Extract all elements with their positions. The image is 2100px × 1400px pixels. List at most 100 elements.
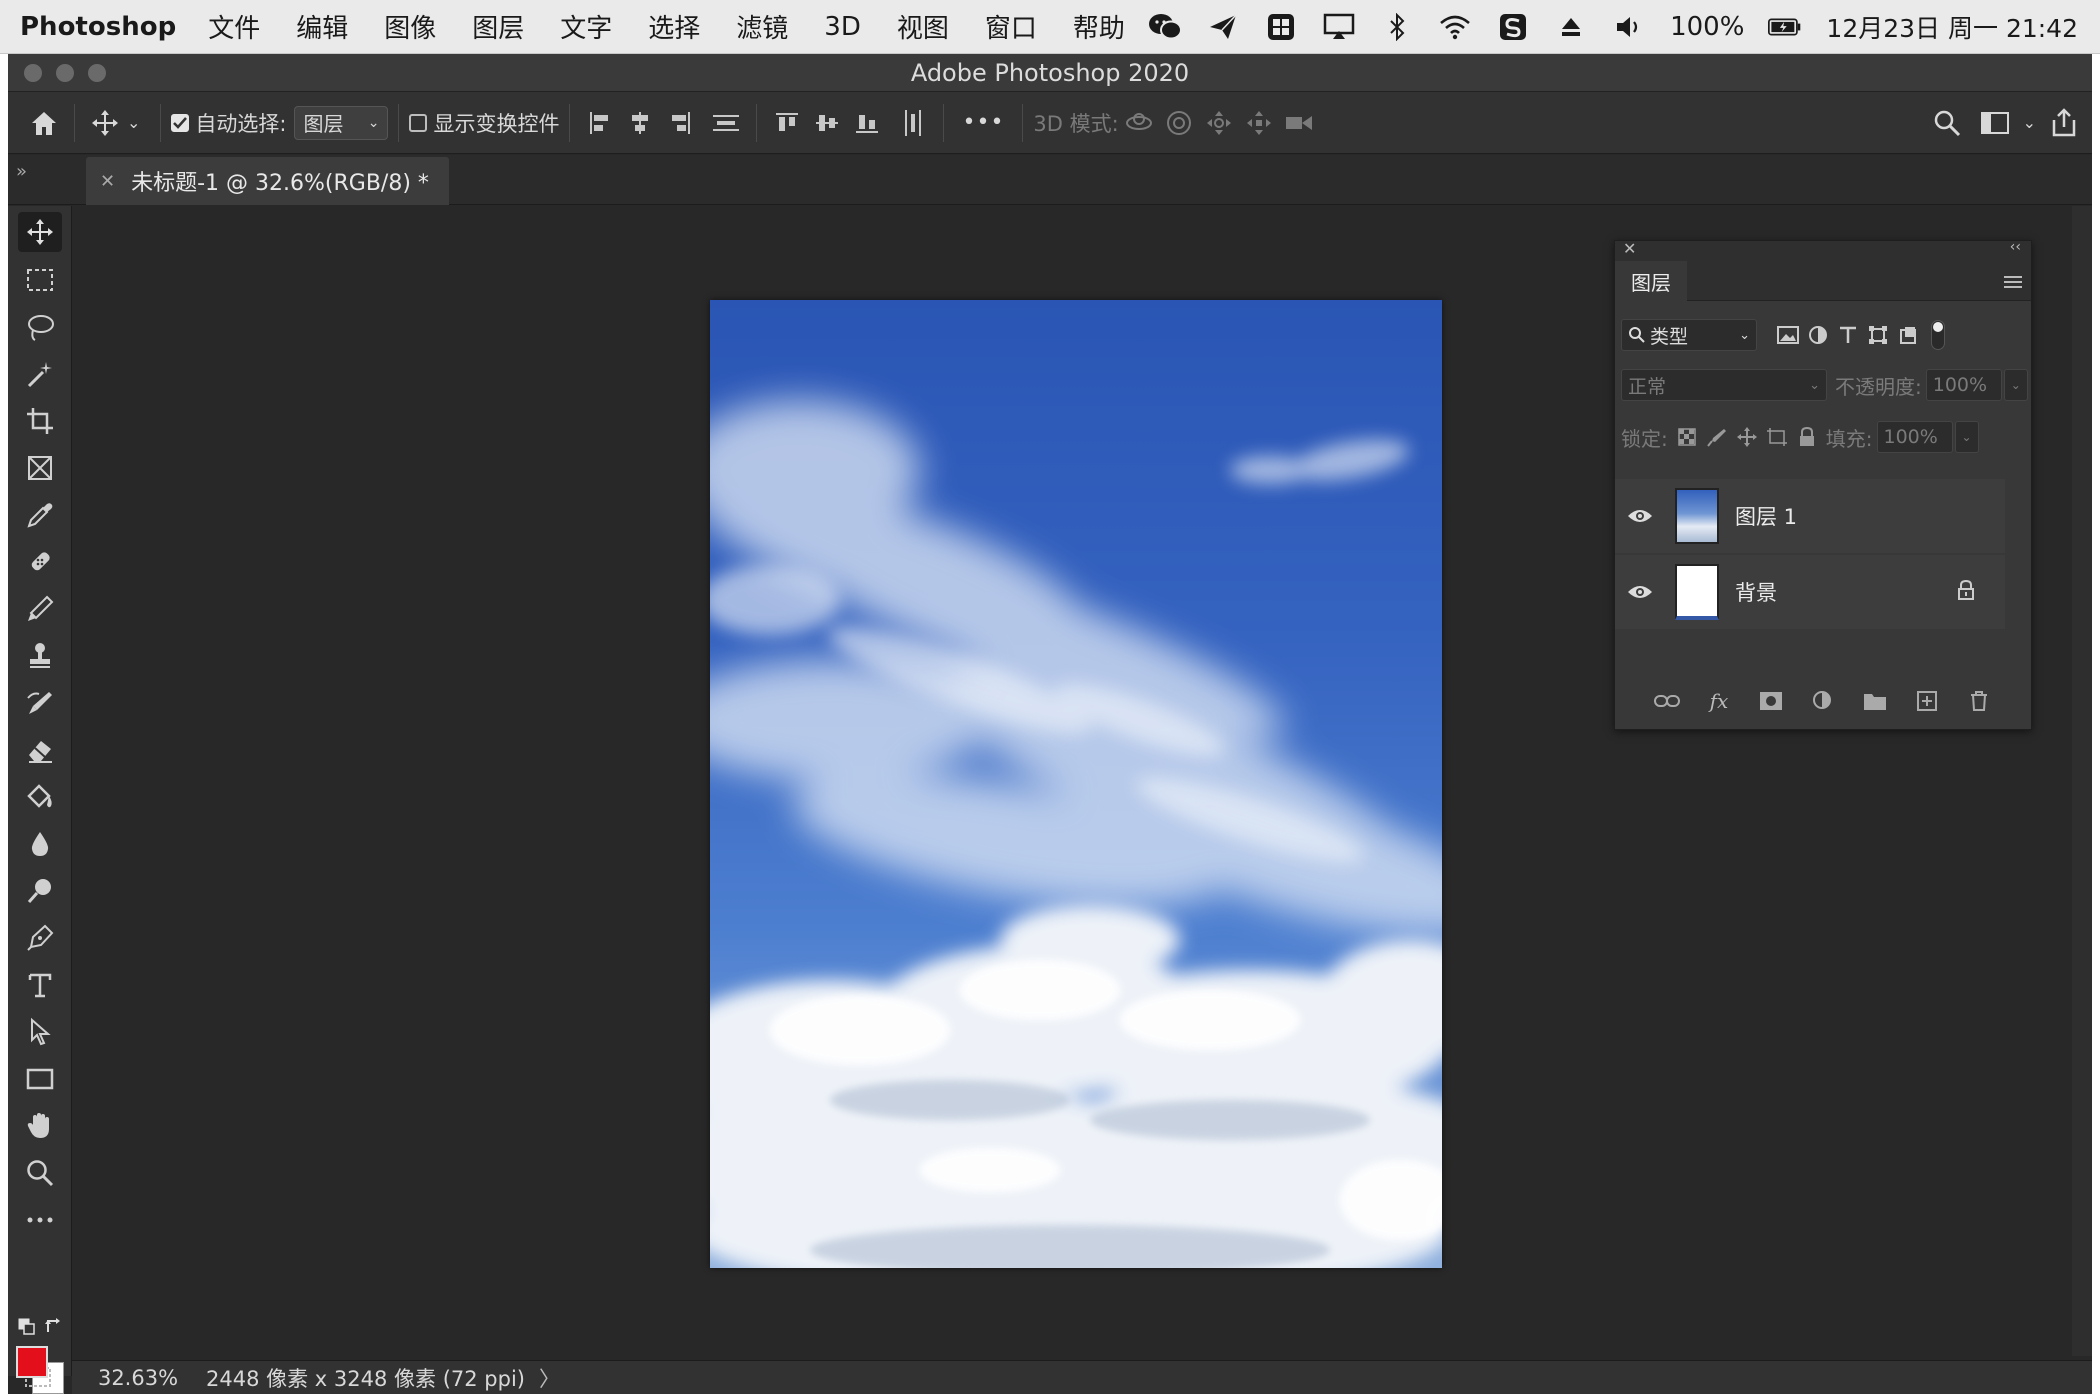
more-tools[interactable] [18, 1200, 62, 1240]
align-right-icon[interactable] [660, 103, 700, 143]
layer-lock-icon[interactable] [1957, 579, 1975, 606]
clone-stamp-tool[interactable] [18, 636, 62, 676]
home-icon[interactable] [24, 103, 64, 143]
path-selection-tool[interactable] [18, 1012, 62, 1052]
layer-row-background[interactable]: 背景 [1615, 555, 2005, 629]
wifi-icon[interactable] [1438, 12, 1472, 42]
align-top-icon[interactable] [767, 103, 807, 143]
blur-tool[interactable] [18, 824, 62, 864]
filter-shape-icon[interactable] [1863, 320, 1893, 350]
rectangle-tool[interactable] [18, 1059, 62, 1099]
close-panel-icon[interactable]: ✕ [1623, 239, 1636, 258]
zoom-window-button[interactable] [88, 64, 106, 82]
menu-window[interactable]: 窗口 [985, 8, 1037, 45]
magic-wand-tool[interactable] [18, 354, 62, 394]
filter-pixel-icon[interactable] [1773, 320, 1803, 350]
foreground-color-swatch[interactable] [16, 1346, 48, 1378]
opacity-dropdown-icon[interactable]: ⌄ [2003, 369, 2028, 401]
brush-tool[interactable] [18, 589, 62, 629]
menu-image[interactable]: 图像 [384, 8, 436, 45]
paint-bucket-tool[interactable] [18, 777, 62, 817]
document-canvas-sky-photo[interactable] [710, 300, 1442, 1268]
grid-app-icon[interactable] [1264, 12, 1298, 42]
lock-artboard-icon[interactable] [1762, 422, 1792, 452]
slide-3d-icon[interactable] [1239, 103, 1279, 143]
fill-dropdown-icon[interactable]: ⌄ [1954, 421, 1979, 453]
sogou-input-icon[interactable] [1496, 12, 1530, 42]
link-layers-icon[interactable] [1652, 686, 1682, 716]
layers-panel-header[interactable]: ✕ ‹‹ [1615, 239, 2031, 261]
pan-3d-icon[interactable] [1199, 103, 1239, 143]
fill-input[interactable]: 100% [1876, 421, 1953, 453]
menu-3d[interactable]: 3D [824, 12, 861, 42]
distribute-horizontal-icon[interactable] [893, 103, 933, 143]
eyedropper-tool[interactable] [18, 495, 62, 535]
type-tool[interactable] [18, 965, 62, 1005]
marquee-tool[interactable] [18, 260, 62, 300]
move-tool-icon[interactable] [85, 103, 125, 143]
menu-view[interactable]: 视图 [897, 8, 949, 45]
align-left-icon[interactable] [580, 103, 620, 143]
orbit-3d-icon[interactable] [1119, 103, 1159, 143]
pen-tool[interactable] [18, 918, 62, 958]
menu-type[interactable]: 文字 [560, 8, 612, 45]
dodge-tool[interactable] [18, 871, 62, 911]
lock-image-pixels-icon[interactable] [1702, 422, 1732, 452]
filter-type-icon[interactable] [1833, 320, 1863, 350]
new-group-folder-icon[interactable] [1860, 686, 1890, 716]
filter-toggle-switch[interactable] [1931, 320, 1945, 350]
visibility-eye-icon[interactable] [1615, 508, 1665, 524]
roll-3d-icon[interactable] [1159, 103, 1199, 143]
blend-mode-select[interactable]: 正常 ⌄ [1621, 369, 1827, 401]
auto-select-target-select[interactable]: 图层 ⌄ [294, 105, 389, 140]
auto-select-checkbox[interactable] [171, 113, 190, 132]
lasso-tool[interactable] [18, 307, 62, 347]
airplay-icon[interactable] [1322, 12, 1356, 42]
toolbar-collapse-icon[interactable]: » [16, 161, 27, 182]
history-brush-tool[interactable] [18, 683, 62, 723]
menu-help[interactable]: 帮助 [1073, 8, 1125, 45]
menubar-clock[interactable]: 12月23日 周一 21:42 [1826, 9, 2078, 45]
frame-tool[interactable] [18, 448, 62, 488]
share-icon[interactable] [2044, 103, 2084, 143]
swap-colors-icon[interactable] [44, 1316, 64, 1340]
hand-tool[interactable] [18, 1106, 62, 1146]
new-layer-icon[interactable] [1912, 686, 1942, 716]
eject-icon[interactable] [1554, 12, 1588, 42]
menu-edit[interactable]: 编辑 [296, 8, 348, 45]
status-info-menu-button[interactable]: 〉 [539, 1363, 560, 1393]
more-options-button[interactable]: ••• [962, 110, 1004, 135]
wechat-icon[interactable] [1148, 12, 1183, 42]
workspace-chevron-icon[interactable]: ⌄ [2023, 113, 2036, 132]
menu-select[interactable]: 选择 [648, 8, 700, 45]
menu-filter[interactable]: 滤镜 [736, 8, 788, 45]
search-icon[interactable] [1927, 103, 1967, 143]
healing-brush-tool[interactable] [18, 542, 62, 582]
layer-style-fx-icon[interactable]: fx [1704, 686, 1734, 716]
new-adjustment-layer-icon[interactable] [1808, 686, 1838, 716]
zoom-tool[interactable] [18, 1153, 62, 1193]
tool-preset-dropdown-icon[interactable]: ⌄ [127, 113, 140, 132]
visibility-eye-icon[interactable] [1615, 584, 1665, 600]
lock-position-icon[interactable] [1732, 422, 1762, 452]
filter-smart-object-icon[interactable] [1893, 320, 1923, 350]
opacity-input[interactable]: 100% [1925, 369, 2002, 401]
close-tab-icon[interactable]: ✕ [100, 171, 115, 192]
layer-row-layer-1[interactable]: 图层 1 [1615, 479, 2005, 553]
align-vertical-center-icon[interactable] [807, 103, 847, 143]
zoom-level[interactable]: 32.63% [90, 1366, 186, 1390]
document-tab[interactable]: ✕ 未标题-1 @ 32.6%(RGB/8) * [86, 157, 449, 205]
show-transform-checkbox[interactable] [409, 113, 428, 132]
default-colors-icon[interactable] [18, 1318, 36, 1340]
workspace-icon[interactable] [1975, 103, 2015, 143]
camera-3d-icon[interactable] [1279, 103, 1319, 143]
add-mask-icon[interactable] [1756, 686, 1786, 716]
battery-icon[interactable] [1768, 12, 1802, 42]
filter-adjustment-icon[interactable] [1803, 320, 1833, 350]
lock-transparent-pixels-icon[interactable] [1672, 422, 1702, 452]
menu-file[interactable]: 文件 [208, 8, 260, 45]
paper-plane-icon[interactable] [1206, 12, 1240, 42]
layer-filter-select[interactable]: 类型 ⌄ [1621, 319, 1757, 351]
window-title-bar[interactable]: Adobe Photoshop 2020 [8, 54, 2092, 92]
align-bottom-icon[interactable] [847, 103, 887, 143]
